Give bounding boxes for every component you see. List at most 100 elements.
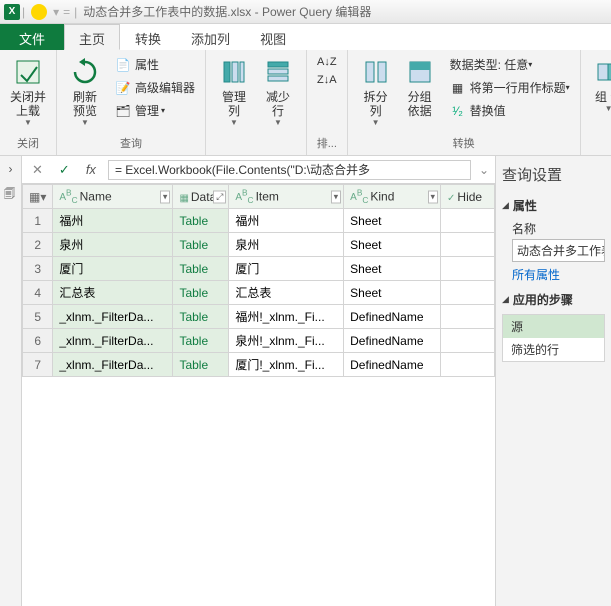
cell-data[interactable]: Table: [173, 353, 229, 377]
cell-data[interactable]: Table: [173, 281, 229, 305]
cell-name[interactable]: _xlnm._FilterDa...: [53, 353, 173, 377]
filter-icon[interactable]: ▾: [428, 190, 439, 203]
cell-hidden[interactable]: [441, 281, 495, 305]
cancel-formula-button[interactable]: ✕: [28, 162, 47, 178]
tab-file[interactable]: 文件: [0, 24, 64, 50]
cell-data[interactable]: Table: [173, 233, 229, 257]
cell-item[interactable]: 泉州!_xlnm._Fi...: [229, 329, 344, 353]
row-number[interactable]: 4: [23, 281, 53, 305]
cell-hidden[interactable]: [441, 209, 495, 233]
reduce-rows-button[interactable]: 减少 行▼: [256, 54, 300, 129]
cell-name[interactable]: 汇总表: [53, 281, 173, 305]
cell-hidden[interactable]: [441, 329, 495, 353]
table-row[interactable]: 2 泉州 Table 泉州 Sheet: [23, 233, 495, 257]
datatype-button[interactable]: 数据类型: 任意 ▾: [446, 54, 574, 75]
cell-item[interactable]: 厦门: [229, 257, 344, 281]
table-row[interactable]: 7 _xlnm._FilterDa... Table 厦门!_xlnm._Fi.…: [23, 353, 495, 377]
cell-item[interactable]: 厦门!_xlnm._Fi...: [229, 353, 344, 377]
adv-editor-button[interactable]: 📝高级编辑器: [111, 77, 199, 98]
table-row[interactable]: 6 _xlnm._FilterDa... Table 泉州!_xlnm._Fi.…: [23, 329, 495, 353]
split-column-button[interactable]: 拆分 列▼: [354, 54, 398, 129]
sort-desc-icon: Z↓A: [317, 74, 337, 86]
properties-button[interactable]: 📄属性: [111, 54, 199, 75]
cell-data[interactable]: Table: [173, 305, 229, 329]
manage-button[interactable]: 🗂管理 ▾: [111, 100, 199, 121]
refresh-button[interactable]: 刷新 预览 ▼: [63, 54, 107, 129]
expand-queries-button[interactable]: ›: [9, 162, 13, 176]
step-item[interactable]: 源: [503, 315, 604, 338]
cell-hidden[interactable]: [441, 353, 495, 377]
sort-desc-button[interactable]: Z↓A: [313, 72, 341, 88]
confirm-formula-button[interactable]: ✓: [55, 162, 74, 178]
col-header-name[interactable]: ABCName▾: [53, 185, 173, 209]
corner-cell[interactable]: ▦▾: [23, 185, 53, 209]
close-load-button[interactable]: 关闭并 上载 ▼: [6, 54, 50, 129]
ribbon: 关闭并 上载 ▼ 关闭 刷新 预览 ▼ 📄属性 📝高级编辑器 🗂管理 ▾ 查询: [0, 50, 611, 156]
all-properties-link[interactable]: 所有属性: [512, 266, 605, 283]
first-row-header-button[interactable]: ▦将第一行用作标题 ▾: [446, 77, 574, 98]
queries-icon[interactable]: 🗐: [1, 186, 20, 205]
cell-data[interactable]: Table: [173, 209, 229, 233]
row-number[interactable]: 7: [23, 353, 53, 377]
tab-home[interactable]: 主页: [64, 24, 120, 50]
cell-name[interactable]: 泉州: [53, 233, 173, 257]
cell-kind[interactable]: Sheet: [344, 209, 441, 233]
dropdown-icon[interactable]: ▾: [53, 5, 59, 19]
filter-icon[interactable]: ▾: [160, 190, 171, 203]
formula-input[interactable]: = Excel.Workbook(File.Contents("D:\动态合并多: [108, 160, 471, 180]
cell-item[interactable]: 福州: [229, 209, 344, 233]
editor-icon: 📝: [115, 80, 131, 96]
cell-item[interactable]: 汇总表: [229, 281, 344, 305]
table-row[interactable]: 4 汇总表 Table 汇总表 Sheet: [23, 281, 495, 305]
row-number[interactable]: 2: [23, 233, 53, 257]
col-header-item[interactable]: ABCItem▾: [229, 185, 344, 209]
filter-icon[interactable]: ▾: [331, 190, 342, 203]
tab-transform[interactable]: 转换: [120, 24, 176, 50]
cell-name[interactable]: _xlnm._FilterDa...: [53, 305, 173, 329]
cell-kind[interactable]: DefinedName: [344, 353, 441, 377]
cell-kind[interactable]: Sheet: [344, 281, 441, 305]
step-item[interactable]: 筛选的行: [503, 338, 604, 361]
properties-section[interactable]: ◢属性: [502, 197, 605, 214]
cell-kind[interactable]: Sheet: [344, 257, 441, 281]
cell-data[interactable]: Table: [173, 329, 229, 353]
row-number[interactable]: 5: [23, 305, 53, 329]
header-icon: ▦: [450, 80, 466, 96]
manage-columns-button[interactable]: 管理 列▼: [212, 54, 256, 129]
groupby-button[interactable]: 分组 依据: [398, 54, 442, 120]
formula-bar: ✕ ✓ fx = Excel.Workbook(File.Contents("D…: [22, 156, 495, 184]
table-row[interactable]: 1 福州 Table 福州 Sheet: [23, 209, 495, 233]
cell-hidden[interactable]: [441, 305, 495, 329]
col-header-hidden[interactable]: ✓Hide: [441, 185, 495, 209]
table-row[interactable]: 5 _xlnm._FilterDa... Table 福州!_xlnm._Fi.…: [23, 305, 495, 329]
replace-values-button[interactable]: ¹⁄₂替换值: [446, 100, 574, 121]
table-row[interactable]: 3 厦门 Table 厦门 Sheet: [23, 257, 495, 281]
cell-hidden[interactable]: [441, 257, 495, 281]
cell-kind[interactable]: Sheet: [344, 233, 441, 257]
cell-hidden[interactable]: [441, 233, 495, 257]
cell-kind[interactable]: DefinedName: [344, 329, 441, 353]
col-header-kind[interactable]: ABCKind▾: [344, 185, 441, 209]
steps-section[interactable]: ◢应用的步骤: [502, 291, 605, 308]
cell-item[interactable]: 泉州: [229, 233, 344, 257]
cell-item[interactable]: 福州!_xlnm._Fi...: [229, 305, 344, 329]
cell-name[interactable]: _xlnm._FilterDa...: [53, 329, 173, 353]
expand-icon[interactable]: ⤢: [213, 190, 226, 203]
row-number[interactable]: 1: [23, 209, 53, 233]
cell-name[interactable]: 福州: [53, 209, 173, 233]
col-header-data[interactable]: ▦Data⤢: [173, 185, 229, 209]
tab-view[interactable]: 视图: [245, 24, 301, 50]
manage-icon: 🗂: [115, 103, 131, 119]
close-load-icon: [12, 56, 44, 88]
row-number[interactable]: 3: [23, 257, 53, 281]
combine-button[interactable]: 组 合▼: [587, 54, 611, 115]
row-number[interactable]: 6: [23, 329, 53, 353]
cell-kind[interactable]: DefinedName: [344, 305, 441, 329]
cell-name[interactable]: 厦门: [53, 257, 173, 281]
tab-addcolumn[interactable]: 添加列: [176, 24, 245, 50]
formula-dropdown-button[interactable]: ⌄: [479, 163, 489, 177]
columns-icon: [218, 56, 250, 88]
cell-data[interactable]: Table: [173, 257, 229, 281]
query-name-input[interactable]: 动态合并多工作表: [512, 239, 605, 262]
sort-asc-button[interactable]: A↓Z: [313, 54, 341, 70]
